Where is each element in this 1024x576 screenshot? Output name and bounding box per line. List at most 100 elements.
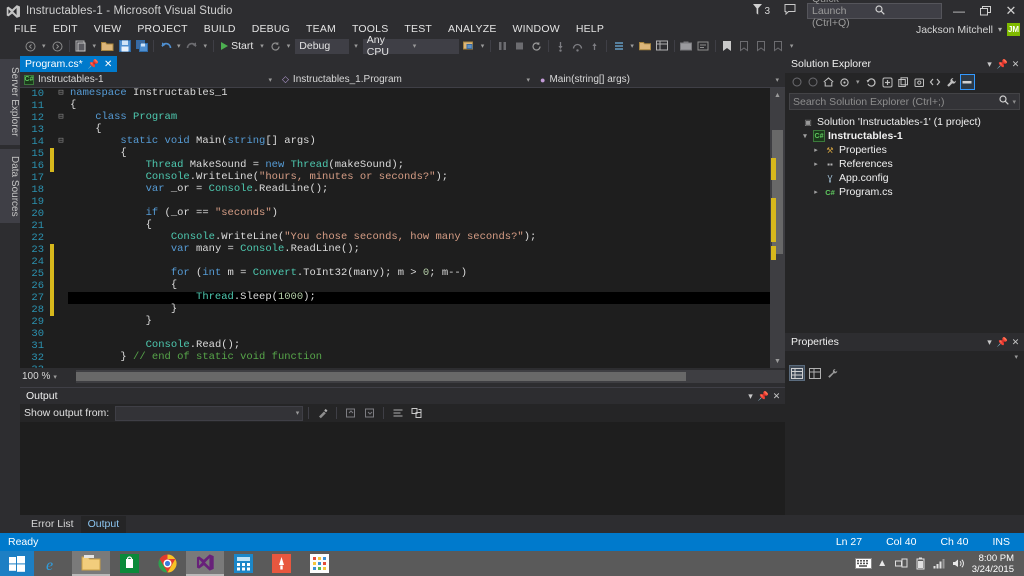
menu-edit[interactable]: EDIT (45, 22, 86, 37)
navbar-project-dropdown[interactable]: C# Instructables-1 ▾ (20, 72, 278, 88)
step-into-icon[interactable] (552, 38, 569, 54)
code-line[interactable]: 12 ⊟ class Program (20, 112, 785, 125)
new-project-icon[interactable] (73, 38, 90, 54)
taskbar-store-icon[interactable] (110, 551, 148, 576)
code-text[interactable]: var many = Console.ReadLine(); (68, 244, 785, 256)
menu-analyze[interactable]: ANALYZE (440, 22, 504, 37)
tab-error-list[interactable]: Error List (24, 516, 81, 533)
editor-zoom-dropdown[interactable]: 100 % ▾ (20, 371, 76, 382)
new-project-caret[interactable]: ▾ (90, 42, 100, 50)
navbar-type-dropdown[interactable]: ◇ Instructables_1.Program ▾ (278, 72, 536, 88)
search-icon[interactable] (999, 95, 1010, 108)
back-dropdown-caret[interactable]: ▾ (39, 42, 49, 50)
properties-window-icon[interactable] (654, 38, 671, 54)
touch-keyboard-icon[interactable] (854, 551, 873, 576)
code-text[interactable]: if (_or == "seconds") (68, 208, 785, 220)
property-pages-icon[interactable] (825, 365, 841, 381)
alphabetical-view-icon[interactable] (807, 365, 823, 381)
toolbar-overflow-caret[interactable]: ▾ (787, 42, 797, 50)
view-code-icon[interactable] (928, 74, 943, 90)
home-icon[interactable] (821, 74, 836, 90)
chevron-down-icon[interactable]: ▾ (744, 389, 757, 403)
code-line[interactable]: 24 (20, 256, 785, 268)
code-text[interactable]: Console.WriteLine("hours, minutes or sec… (68, 172, 785, 184)
pin-icon[interactable]: 📌 (996, 57, 1009, 71)
close-icon[interactable]: ✕ (1009, 57, 1022, 71)
code-line[interactable]: 30 (20, 328, 785, 340)
preview-selected-items-icon[interactable] (959, 74, 975, 90)
menu-build[interactable]: BUILD (196, 22, 244, 37)
fold-toggle[interactable]: ⊟ (54, 112, 68, 124)
output-text-area[interactable] (20, 422, 785, 515)
code-text[interactable]: class Program (68, 112, 785, 124)
editor-horizontal-scrollbar[interactable] (76, 370, 785, 383)
go-to-source-icon[interactable] (408, 405, 425, 421)
scroll-up-icon[interactable]: ▲ (770, 88, 785, 102)
notifications-button[interactable]: 3 (746, 0, 777, 22)
attach-caret[interactable]: ▾ (478, 42, 488, 50)
code-line[interactable]: 16 Thread MakeSound = new Thread(makeSou… (20, 160, 785, 172)
redo-caret[interactable]: ▾ (201, 42, 211, 50)
code-text[interactable]: for (int m = Convert.ToInt32(many); m > … (68, 268, 785, 280)
tree-item[interactable]: Ɣ App.config (785, 171, 1024, 185)
chevron-down-icon[interactable]: ▾ (1009, 98, 1016, 106)
volume-icon[interactable] (949, 551, 968, 576)
taskbar-google-chrome-icon[interactable] (148, 551, 186, 576)
categorized-view-icon[interactable] (789, 365, 805, 381)
code-line[interactable]: 32 } // end of static void function (20, 352, 785, 365)
sidebar-tab-data-sources[interactable]: Data Sources (0, 149, 20, 223)
signal-icon[interactable] (930, 551, 949, 576)
attach-to-process-icon[interactable] (461, 38, 478, 54)
menu-file[interactable]: FILE (6, 22, 45, 37)
navigate-forward-icon[interactable] (49, 38, 66, 54)
code-text[interactable]: Console.Read(); (68, 340, 785, 352)
word-wrap-icon[interactable] (389, 405, 406, 421)
search-solution-explorer-input[interactable]: Search Solution Explorer (Ctrl+;) ▾ (789, 93, 1020, 110)
comment-icon[interactable] (695, 38, 712, 54)
code-text[interactable] (68, 196, 785, 208)
navigate-back-icon[interactable] (22, 38, 39, 54)
account-bar[interactable]: Jackson Mitchell ▾ JM (916, 22, 1020, 37)
chevron-down-icon[interactable]: ▾ (983, 335, 996, 349)
code-text[interactable]: } // end of static void function (68, 352, 785, 364)
maximize-button[interactable] (972, 0, 998, 22)
chevron-right-icon[interactable]: ▸ (811, 188, 821, 196)
pin-icon[interactable]: 📌 (88, 59, 99, 70)
minimize-button[interactable]: — (946, 0, 972, 22)
solution-explorer-icon[interactable] (637, 38, 654, 54)
editor-vertical-scrollbar[interactable]: ▲ ▼ (770, 88, 785, 368)
sync-caret[interactable]: ▾ (853, 78, 863, 86)
stop-icon[interactable] (511, 38, 528, 54)
previous-bookmark-icon[interactable] (736, 38, 753, 54)
restart-caret[interactable]: ▾ (284, 42, 294, 50)
code-text[interactable]: Thread.Sleep(1000); (68, 292, 785, 304)
solution-platform-dropdown[interactable]: Any CPU ▾ (362, 34, 459, 58)
tree-item[interactable]: ▾ C# Instructables-1 (785, 129, 1024, 143)
chevron-right-icon[interactable]: ▸ (811, 160, 821, 168)
close-icon[interactable]: ✕ (1009, 335, 1022, 349)
properties-icon[interactable] (944, 74, 959, 90)
taskbar-paint-icon[interactable] (262, 551, 300, 576)
restart-icon[interactable] (267, 38, 284, 54)
menu-debug[interactable]: DEBUG (244, 22, 298, 37)
taskbar-visual-studio-icon[interactable] (186, 551, 224, 576)
code-line[interactable]: 27 Thread.Sleep(1000); (20, 292, 785, 304)
fold-toggle[interactable]: ⊟ (54, 136, 68, 148)
code-text[interactable]: Thread MakeSound = new Thread(makeSound)… (68, 160, 785, 172)
back-icon[interactable] (789, 74, 804, 90)
code-line[interactable]: 26 { (20, 280, 785, 292)
battery-icon[interactable] (911, 551, 930, 576)
chevron-down-icon[interactable]: ▾ (983, 57, 996, 71)
taskbar-clock[interactable]: 8:00 PM 3/24/2015 (968, 551, 1020, 576)
pause-icon[interactable] (494, 38, 511, 54)
avatar[interactable]: JM (1007, 23, 1020, 36)
code-text[interactable]: var _or = Console.ReadLine(); (68, 184, 785, 196)
windows-start-icon[interactable] (0, 551, 34, 576)
clear-all-icon[interactable] (314, 405, 331, 421)
tree-item[interactable]: ▸ ⚒ Properties (785, 143, 1024, 157)
save-all-icon[interactable] (133, 38, 150, 54)
feedback-button[interactable] (777, 0, 803, 22)
config-caret[interactable]: ▾ (351, 42, 361, 50)
code-line[interactable]: 23 var many = Console.ReadLine(); (20, 244, 785, 256)
forward-icon[interactable] (805, 74, 820, 90)
